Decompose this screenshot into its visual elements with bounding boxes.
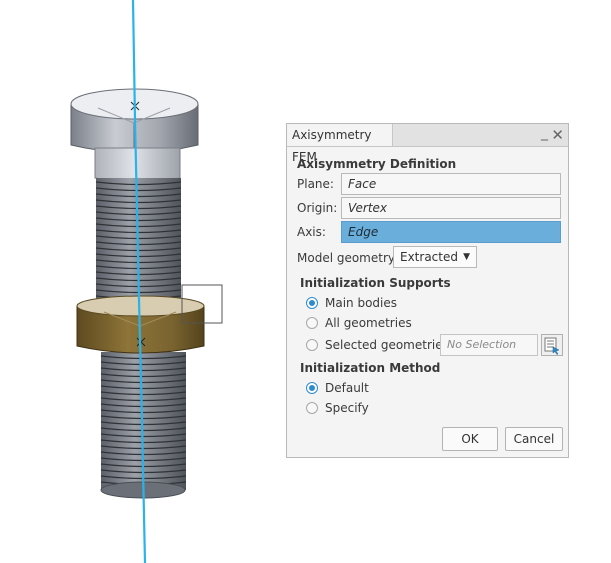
dialog-titlebar[interactable]: Axisymmetry FEM _ ✕ — [287, 124, 568, 164]
model-geometry-dropdown[interactable]: Extracted ▼ — [393, 246, 477, 268]
model-geometry-label: Model geometry: — [297, 251, 399, 265]
model-geometry-value: Extracted — [400, 250, 458, 264]
default-label: Default — [325, 381, 369, 395]
axis-field[interactable]: Edge — [341, 221, 561, 243]
specify-label: Specify — [325, 401, 369, 415]
specify-radio[interactable] — [306, 402, 318, 414]
initialization-supports-heading: Initialization Supports — [300, 276, 451, 290]
selected-geometries-field[interactable]: No Selection — [440, 334, 538, 356]
cancel-button[interactable]: Cancel — [505, 427, 563, 451]
axisymmetry-definition-heading: Axisymmetry Definition — [297, 157, 457, 171]
dialog-title: Axisymmetry FEM — [287, 124, 393, 164]
default-radio[interactable] — [306, 382, 318, 394]
plane-label: Plane: — [297, 177, 334, 191]
plane-field[interactable]: Face — [341, 173, 561, 195]
bolt-model[interactable] — [70, 88, 223, 499]
close-icon[interactable]: ✕ — [551, 126, 564, 144]
main-bodies-radio[interactable] — [306, 297, 318, 309]
selected-geometries-radio[interactable] — [306, 339, 318, 351]
nut-top — [76, 295, 205, 317]
origin-field[interactable]: Vertex — [341, 197, 561, 219]
origin-label: Origin: — [297, 201, 338, 215]
bolt-shank — [94, 147, 181, 183]
all-geometries-label: All geometries — [325, 316, 412, 330]
minimize-icon[interactable]: _ — [541, 124, 548, 142]
main-bodies-label: Main bodies — [325, 296, 398, 310]
dropdown-arrow-icon: ▼ — [463, 252, 470, 262]
initialization-method-heading: Initialization Method — [300, 361, 441, 375]
all-geometries-radio[interactable] — [306, 317, 318, 329]
axis-label: Axis: — [297, 225, 326, 239]
selection-list-icon[interactable] — [541, 334, 563, 356]
selected-geometries-label: Selected geometries: — [325, 338, 453, 352]
ok-button[interactable]: OK — [442, 427, 498, 451]
